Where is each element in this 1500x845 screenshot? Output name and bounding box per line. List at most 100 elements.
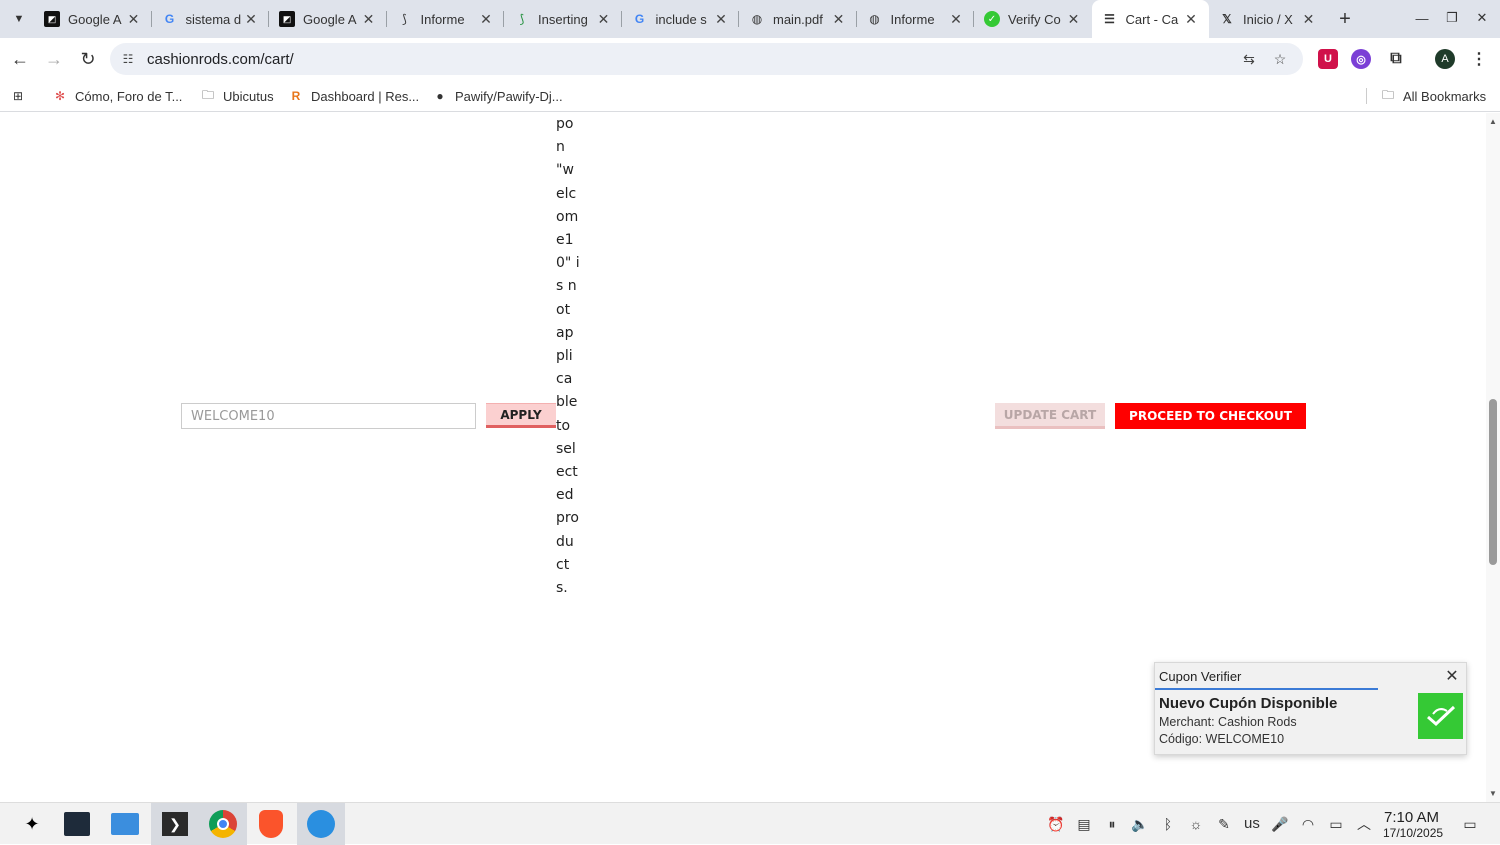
close-icon[interactable]: ✕ (361, 11, 377, 27)
all-bookmarks-label: All Bookmarks (1403, 88, 1487, 104)
restore-icon[interactable]: ❐ (1438, 6, 1466, 30)
site-info-icon[interactable]: ☷ (120, 51, 136, 67)
tab-google-ads-2[interactable]: ◩ Google A ✕ (269, 0, 387, 38)
close-icon[interactable]: ✕ (243, 11, 259, 27)
url-text[interactable]: cashionrods.com/cart/ (147, 51, 294, 68)
folder-icon: 🗀 (201, 87, 214, 102)
wifi-icon[interactable]: ◠ (1298, 814, 1318, 834)
brightness-icon[interactable]: ☼ (1186, 814, 1206, 834)
microphone-icon[interactable]: 🎤 (1270, 814, 1290, 834)
apply-coupon-button[interactable]: APPLY (486, 403, 556, 428)
bookmark-como[interactable]: ✻ Cómo, Foro de T... (52, 86, 182, 106)
tab-informe-1[interactable]: ⟆ Informe ✕ (387, 0, 504, 38)
menu-kebab-icon[interactable]: ⋮ (1469, 49, 1489, 69)
brave-app-icon[interactable] (247, 803, 295, 845)
close-window-icon[interactable]: ✕ (1468, 6, 1496, 30)
forward-icon[interactable]: → (42, 47, 66, 71)
tab-informe-2[interactable]: ◍ Informe ✕ (857, 0, 974, 38)
avatar[interactable]: A (1435, 49, 1455, 69)
launcher-icon[interactable]: ✦ (8, 803, 56, 845)
coupon-code-input[interactable] (181, 403, 476, 429)
close-icon[interactable]: ✕ (596, 11, 612, 27)
close-icon[interactable]: ✕ (478, 11, 494, 27)
tab-google-ads-1[interactable]: ◩ Google A ✕ (34, 0, 152, 38)
scrollbar-thumb[interactable] (1489, 399, 1497, 565)
pause-icon[interactable]: ⏸ (1102, 814, 1122, 834)
browser-toolbar: ← → ↻ ☷ cashionrods.com/cart/ ⇆ ☆ U ◎ ⧉ … (0, 38, 1500, 80)
terminal-app-icon[interactable]: ❯ (151, 803, 199, 845)
extensions-puzzle-icon[interactable]: ⧉ (1386, 49, 1406, 69)
scroll-up-icon[interactable]: ▲ (1489, 117, 1497, 126)
bookmark-pawify[interactable]: ● Pawify/Pawify-Dj... (432, 86, 563, 106)
notifications-icon[interactable]: ▭ (1460, 814, 1480, 834)
apps-grid-icon[interactable]: ⊞ (10, 86, 33, 106)
tab-include[interactable]: G include s ✕ (622, 0, 739, 38)
google-ads-icon: ◩ (279, 11, 295, 27)
tab-title: include s (655, 11, 707, 27)
clipboard-icon[interactable]: ▤ (1074, 814, 1094, 834)
close-icon[interactable]: ✕ (1066, 11, 1082, 27)
proceed-to-checkout-button[interactable]: PROCEED TO CHECKOUT (1115, 403, 1306, 429)
settings-app-icon[interactable] (53, 803, 101, 845)
como-icon: ✻ (54, 89, 66, 103)
notification-progress (1155, 688, 1378, 690)
translate-icon[interactable]: ⇆ (1240, 50, 1258, 68)
tab-title: sistema d (185, 11, 242, 27)
scroll-down-icon[interactable]: ▼ (1489, 789, 1497, 798)
alarm-icon[interactable]: ⏰ (1046, 814, 1066, 834)
inserting-icon: ⟆ (519, 12, 525, 26)
coupon-verifier-logo-icon (1418, 693, 1463, 739)
bookmark-ubicutus[interactable]: 🗀 Ubicutus (200, 86, 274, 106)
tab-x[interactable]: 𝕏 Inicio / X ✕ (1209, 0, 1327, 38)
back-icon[interactable]: ← (8, 47, 32, 71)
tab-sistema[interactable]: G sistema d ✕ (152, 0, 269, 38)
pen-icon[interactable]: ✎ (1214, 814, 1234, 834)
close-icon[interactable]: ✕ (831, 11, 847, 27)
chrome-app-icon[interactable] (199, 803, 247, 845)
tab-title: Informe (420, 11, 465, 27)
bookmark-label: Pawify/Pawify-Dj... (455, 88, 563, 104)
battery-icon[interactable]: ▭ (1326, 814, 1346, 834)
close-icon[interactable]: ✕ (126, 11, 142, 27)
verify-icon: ✓ (984, 11, 1000, 27)
coupon-notification[interactable]: Cupon Verifier ✕ Nuevo Cupón Disponible … (1154, 662, 1467, 755)
minimize-icon[interactable]: — (1408, 6, 1436, 30)
close-icon[interactable]: ✕ (1443, 667, 1461, 685)
network-app-icon[interactable] (297, 803, 345, 845)
coupon-error-message: pon "welcome10" is not applicable to sel… (556, 116, 580, 597)
bookmark-star-icon[interactable]: ☆ (1271, 50, 1289, 68)
bookmark-dashboard[interactable]: R Dashboard | Res... (288, 86, 420, 106)
close-icon[interactable]: ✕ (1183, 11, 1199, 27)
extension-purple-icon[interactable]: ◎ (1351, 49, 1371, 69)
bookmarks-divider (1366, 88, 1367, 104)
tab-title: Cart - Ca (1125, 11, 1179, 27)
close-icon[interactable]: ✕ (948, 11, 964, 27)
update-cart-button[interactable]: UPDATE CART (995, 403, 1105, 429)
clock-time[interactable]: 7:10 AM (1384, 809, 1439, 826)
tab-cart[interactable]: ☰ Cart - Ca ✕ (1091, 0, 1209, 38)
clock-date[interactable]: 17/10/2025 (1383, 826, 1443, 840)
close-icon[interactable]: ✕ (1301, 11, 1317, 27)
bookmark-label: Cómo, Foro de T... (75, 88, 183, 104)
tab-verify[interactable]: ✓ Verify Co ✕ (974, 0, 1092, 38)
reload-icon[interactable]: ↻ (76, 47, 100, 71)
globe-icon: ◍ (869, 12, 880, 26)
notification-app-name: Cupon Verifier (1159, 669, 1242, 684)
page-scrollbar[interactable]: ▲ ▼ (1486, 113, 1500, 802)
new-tab-button[interactable]: + (1334, 8, 1356, 30)
files-app-icon[interactable] (101, 803, 149, 845)
chevron-up-icon[interactable]: ︿ (1354, 814, 1374, 834)
r-icon: R (291, 89, 301, 103)
tab-main-pdf[interactable]: ◍ main.pdf ✕ (739, 0, 857, 38)
keyboard-layout[interactable]: us (1244, 815, 1260, 832)
all-bookmarks[interactable]: 🗀 All Bookmarks (1380, 86, 1486, 106)
address-bar[interactable]: ☷ cashionrods.com/cart/ ⇆ ☆ (110, 43, 1303, 75)
ublock-icon[interactable]: U (1318, 49, 1338, 69)
google-ads-icon: ◩ (44, 11, 60, 27)
close-icon[interactable]: ✕ (713, 11, 729, 27)
tab-inserting[interactable]: ⟆ Inserting ✕ (504, 0, 622, 38)
bluetooth-icon[interactable]: ᛒ (1158, 814, 1178, 834)
tab-list: ◩ Google A ✕ G sistema d ✕ ◩ Google A ✕ … (34, 0, 1327, 38)
volume-icon[interactable]: 🔈 (1130, 814, 1150, 834)
tab-search-button[interactable]: ▼ (8, 8, 30, 30)
